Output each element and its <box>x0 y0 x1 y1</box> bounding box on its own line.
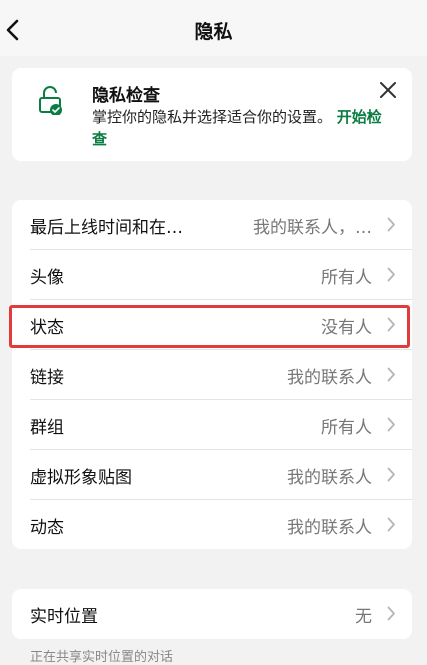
setting-value: 无 <box>355 607 372 627</box>
chevron-right-icon <box>387 317 395 332</box>
setting-row-last-seen[interactable]: 最后上线时间和在… 我的联系人，… <box>12 200 412 250</box>
setting-row-groups[interactable]: 群组 所有人 <box>12 400 412 450</box>
checkup-description-text: 掌控你的隐私并选择适合你的设置。 <box>92 108 333 126</box>
chevron-right-icon <box>387 267 395 282</box>
setting-value: 所有人 <box>321 268 372 288</box>
chevron-right-icon <box>387 367 395 382</box>
privacy-settings-list: 最后上线时间和在… 我的联系人，… 头像 所有人 状态 没有人 链接 我的联系人… <box>12 200 412 549</box>
page-title: 隐私 <box>194 21 233 43</box>
setting-value: 我的联系人 <box>287 368 372 388</box>
setting-row-profile-photo[interactable]: 头像 所有人 <box>12 250 412 300</box>
setting-label: 实时位置 <box>30 607 98 627</box>
setting-row-live-location[interactable]: 实时位置 无 <box>12 589 412 639</box>
setting-label: 头像 <box>30 268 64 288</box>
setting-label: 最后上线时间和在… <box>30 218 183 238</box>
privacy-checkup-card: 隐私检查 掌控你的隐私并选择适合你的设置。 开始检查 <box>12 68 412 161</box>
setting-label: 状态 <box>30 318 64 338</box>
setting-row-links[interactable]: 链接 我的联系人 <box>12 350 412 400</box>
setting-label: 群组 <box>30 418 64 438</box>
chevron-right-icon <box>387 606 395 621</box>
setting-label: 链接 <box>30 368 64 388</box>
live-location-note: 正在共享实时位置的对话 <box>30 650 174 665</box>
setting-value: 我的联系人，… <box>253 218 372 238</box>
checkup-description: 掌控你的隐私并选择适合你的设置。 开始检查 <box>92 106 392 150</box>
chevron-right-icon <box>387 517 395 532</box>
setting-label: 虚拟形象贴图 <box>30 468 132 488</box>
setting-value: 我的联系人 <box>287 518 372 538</box>
live-location-list: 实时位置 无 <box>12 589 412 639</box>
chevron-right-icon <box>387 417 395 432</box>
close-checkup-button[interactable] <box>378 80 398 100</box>
setting-row-avatar-stickers[interactable]: 虚拟形象贴图 我的联系人 <box>12 450 412 500</box>
nav-bar: 隐私 <box>0 0 427 56</box>
setting-value: 没有人 <box>321 318 372 338</box>
chevron-right-icon <box>387 467 395 482</box>
lock-check-icon <box>39 86 62 115</box>
close-icon <box>380 82 396 98</box>
setting-row-status[interactable]: 状态 没有人 <box>12 300 412 350</box>
setting-row-updates[interactable]: 动态 我的联系人 <box>12 500 412 550</box>
chevron-right-icon <box>387 217 395 232</box>
setting-value: 所有人 <box>321 418 372 438</box>
setting-label: 动态 <box>30 518 64 538</box>
checkup-title: 隐私检查 <box>92 86 160 106</box>
setting-value: 我的联系人 <box>287 468 372 488</box>
